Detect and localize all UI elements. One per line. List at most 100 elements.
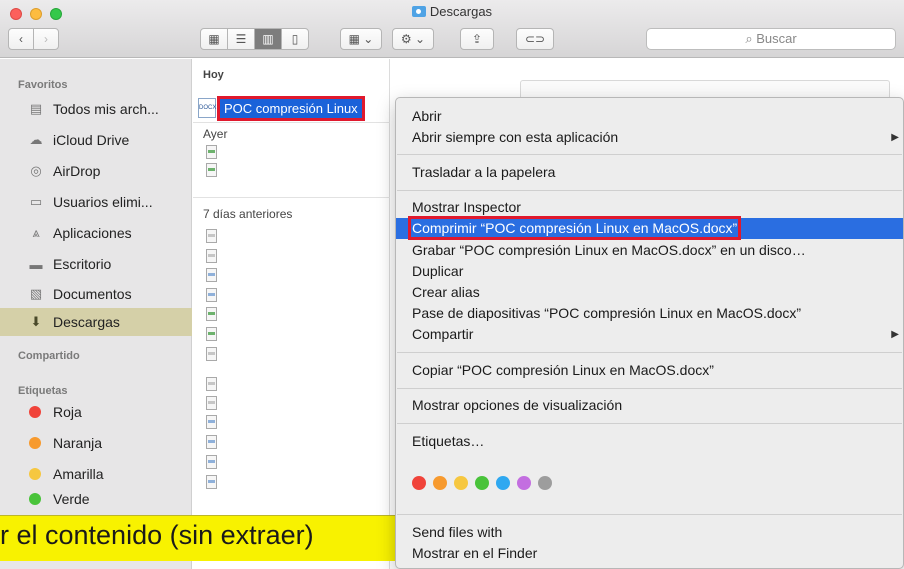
chevron-right-icon: › [44, 32, 48, 46]
documents-icon: ▧ [29, 286, 43, 301]
menu-item-crear-alias[interactable]: Crear alias [396, 282, 903, 303]
menu-item-mostrar-finder[interactable]: Mostrar en el Finder [396, 543, 903, 564]
share-icon: ⇪ [471, 32, 483, 46]
xlsx-file-icon[interactable] [206, 163, 217, 177]
file-column: Hoy DOCX POC compresión Linux Ayer 7 día… [193, 59, 390, 569]
menu-item-abrir-siempre-con[interactable]: Abrir siempre con esta aplicación ▶ [396, 127, 903, 148]
tag-color-purple-button[interactable] [517, 476, 531, 490]
window-title: Descargas [0, 4, 904, 19]
back-button[interactable]: ‹ [8, 28, 34, 50]
window-toolbar: Descargas ‹ › ▦ ☰ ▥ ▯ ▦ ⌄ ⚙ ⌄ ⇪ ⊂⊃ ⌕ Bus… [0, 0, 904, 58]
tag-color-green-button[interactable] [475, 476, 489, 490]
xlsx-file-icon[interactable] [206, 145, 217, 159]
divider [193, 122, 390, 123]
icon-view-button[interactable]: ▦ [200, 28, 228, 50]
menu-item-grabar-disco[interactable]: Grabar “POC compresión Linux en MacOS.do… [396, 240, 903, 261]
folder-icon: ▭ [29, 194, 43, 209]
docx-file-icon[interactable] [206, 288, 217, 302]
search-placeholder: Buscar [756, 31, 797, 46]
docx-file-icon[interactable] [206, 435, 217, 449]
arrange-icon: ▦ ⌄ [348, 32, 374, 46]
menu-item-duplicar[interactable]: Duplicar [396, 261, 903, 282]
docx-file-icon: DOCX [198, 98, 216, 118]
tag-green-dot-icon [29, 493, 41, 505]
sidebar-item-desktop[interactable]: ▬ Escritorio [0, 251, 192, 277]
tag-color-yellow-button[interactable] [454, 476, 468, 490]
file-icon[interactable] [206, 347, 217, 361]
file-icon[interactable] [206, 396, 217, 410]
submenu-arrow-icon: ▶ [891, 329, 899, 340]
menu-item-mostrar-inspector[interactable]: Mostrar Inspector [396, 197, 903, 218]
downloads-folder-icon [411, 6, 426, 17]
docx-file-icon[interactable] [206, 475, 217, 489]
cloud-icon: ☁ [29, 132, 43, 147]
list-view-icon: ☰ [235, 32, 247, 46]
tag-orange-dot-icon [29, 437, 41, 449]
tag-color-blue-button[interactable] [496, 476, 510, 490]
sidebar-item-all-files[interactable]: ▤ Todos mis arch... [0, 96, 192, 122]
menu-item-compartir[interactable]: Compartir ▶ [396, 324, 903, 345]
menu-item-trasladar-papelera[interactable]: Trasladar a la papelera [396, 162, 903, 183]
arrange-button[interactable]: ▦ ⌄ [340, 28, 382, 50]
share-button[interactable]: ⇪ [460, 28, 494, 50]
sidebar-item-icloud[interactable]: ☁ iCloud Drive [0, 127, 192, 153]
xlsx-file-icon[interactable] [206, 327, 217, 341]
sidebar-tag-yellow[interactable]: Amarilla [0, 461, 192, 487]
sidebar-item-downloads[interactable]: ⬇ Descargas [0, 308, 192, 336]
sidebar-item-deleted-users[interactable]: ▭ Usuarios elimi... [0, 189, 192, 215]
sidebar-tag-orange[interactable]: Naranja [0, 430, 192, 456]
context-menu: Abrir Abrir siempre con esta aplicación … [395, 97, 904, 569]
tag-icon: ⊂⊃ [524, 32, 546, 46]
action-button[interactable]: ⚙ ⌄ [392, 28, 434, 50]
menu-item-copiar[interactable]: Copiar “POC compresión Linux en MacOS.do… [396, 360, 903, 381]
sidebar-tag-red[interactable]: Roja [0, 399, 192, 425]
menu-separator [397, 154, 902, 155]
sidebar-item-applications[interactable]: ⩓ Aplicaciones [0, 220, 192, 246]
group-header-7-days: 7 días anteriores [203, 207, 293, 221]
sidebar-item-documents[interactable]: ▧ Documentos [0, 281, 192, 307]
icon-view-icon: ▦ [208, 32, 220, 46]
gear-icon: ⚙ ⌄ [400, 32, 426, 46]
sidebar-item-airdrop[interactable]: ◎ AirDrop [0, 158, 192, 184]
xlsx-file-icon[interactable] [206, 307, 217, 321]
menu-separator [397, 352, 902, 353]
menu-item-send-files-with[interactable]: Send files with [396, 522, 903, 543]
cover-flow-icon: ▯ [291, 32, 299, 46]
sidebar-header-tags: Etiquetas [18, 385, 68, 397]
tag-color-orange-button[interactable] [433, 476, 447, 490]
docx-file-icon[interactable] [206, 455, 217, 469]
tags-button[interactable]: ⊂⊃ [516, 28, 554, 50]
column-view-button[interactable]: ▥ [254, 28, 282, 50]
divider [193, 197, 390, 198]
search-icon: ⌕ [745, 31, 753, 46]
tag-red-dot-icon [29, 406, 41, 418]
group-header-yesterday: Ayer [203, 127, 228, 141]
list-view-button[interactable]: ☰ [227, 28, 255, 50]
cover-flow-button[interactable]: ▯ [281, 28, 309, 50]
file-icon[interactable] [206, 249, 217, 263]
sidebar: Favoritos ▤ Todos mis arch... ☁ iCloud Dri… [0, 59, 192, 569]
caption-banner: r el contenido (sin extraer) [0, 515, 395, 561]
menu-item-comprimir[interactable]: Comprimir “POC compresión Linux en MacOS… [396, 216, 903, 240]
menu-item-abrir[interactable]: Abrir [396, 106, 903, 127]
docx-file-icon[interactable] [206, 415, 217, 429]
selected-file-name: POC compresión Linux [217, 95, 365, 121]
airdrop-icon: ◎ [30, 163, 42, 178]
tag-color-red-button[interactable] [412, 476, 426, 490]
search-field[interactable]: ⌕ Buscar [646, 28, 896, 50]
file-icon[interactable] [206, 229, 217, 243]
menu-item-etiquetas[interactable]: Etiquetas… [396, 431, 903, 452]
sidebar-tag-green[interactable]: Verde [0, 489, 192, 509]
menu-item-opciones-visualizacion[interactable]: Mostrar opciones de visualización [396, 395, 903, 416]
sidebar-header-shared: Compartido [18, 350, 80, 362]
menu-item-pase-diapositivas[interactable]: Pase de diapositivas “POC compresión Lin… [396, 303, 903, 324]
file-icon[interactable] [206, 377, 217, 391]
group-header-today: Hoy [203, 69, 224, 81]
forward-button[interactable]: › [33, 28, 59, 50]
column-view-icon: ▥ [262, 32, 274, 46]
menu-separator [397, 190, 902, 191]
selected-file-row[interactable]: DOCX POC compresión Linux [198, 95, 383, 121]
docx-file-icon[interactable] [206, 268, 217, 282]
tag-color-gray-button[interactable] [538, 476, 552, 490]
sidebar-header-favorites: Favoritos [18, 79, 68, 91]
